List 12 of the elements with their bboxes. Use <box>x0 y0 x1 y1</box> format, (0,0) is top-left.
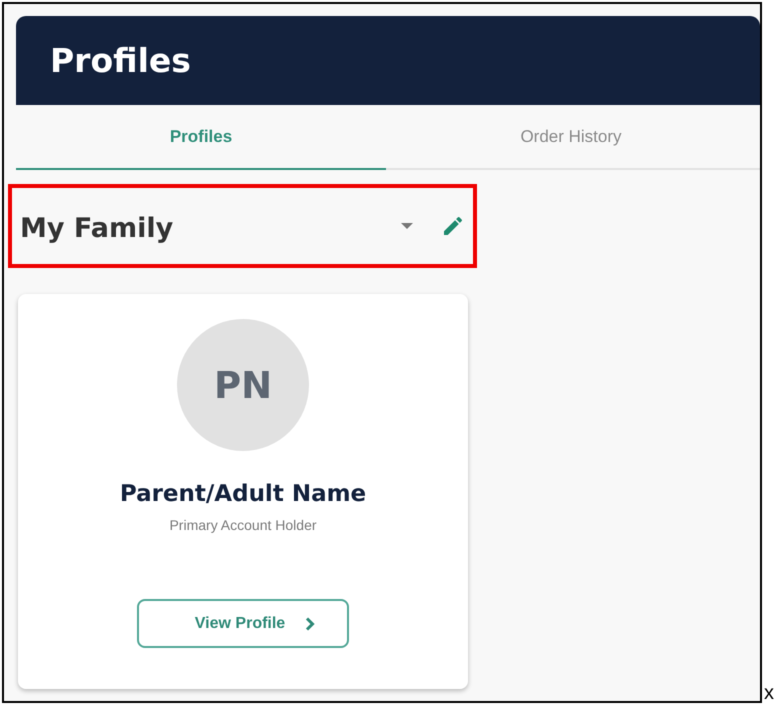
corner-mark: x <box>764 683 774 703</box>
caret-icon[interactable] <box>401 222 413 230</box>
family-dropdown-value[interactable]: My Family <box>20 212 401 244</box>
page-title: Profiles <box>50 41 191 80</box>
profile-role: Primary Account Holder <box>169 517 317 533</box>
chevron-right-icon <box>305 616 316 630</box>
tab[interactable]: Profiles <box>16 105 386 170</box>
avatar-initials: PN <box>177 319 309 451</box>
pencil-icon[interactable] <box>441 214 465 238</box>
profile-name: Parent/Adult Name <box>120 481 366 507</box>
view-profile-button[interactable]: View Profile <box>137 599 349 648</box>
tab[interactable]: Order History <box>386 105 756 170</box>
